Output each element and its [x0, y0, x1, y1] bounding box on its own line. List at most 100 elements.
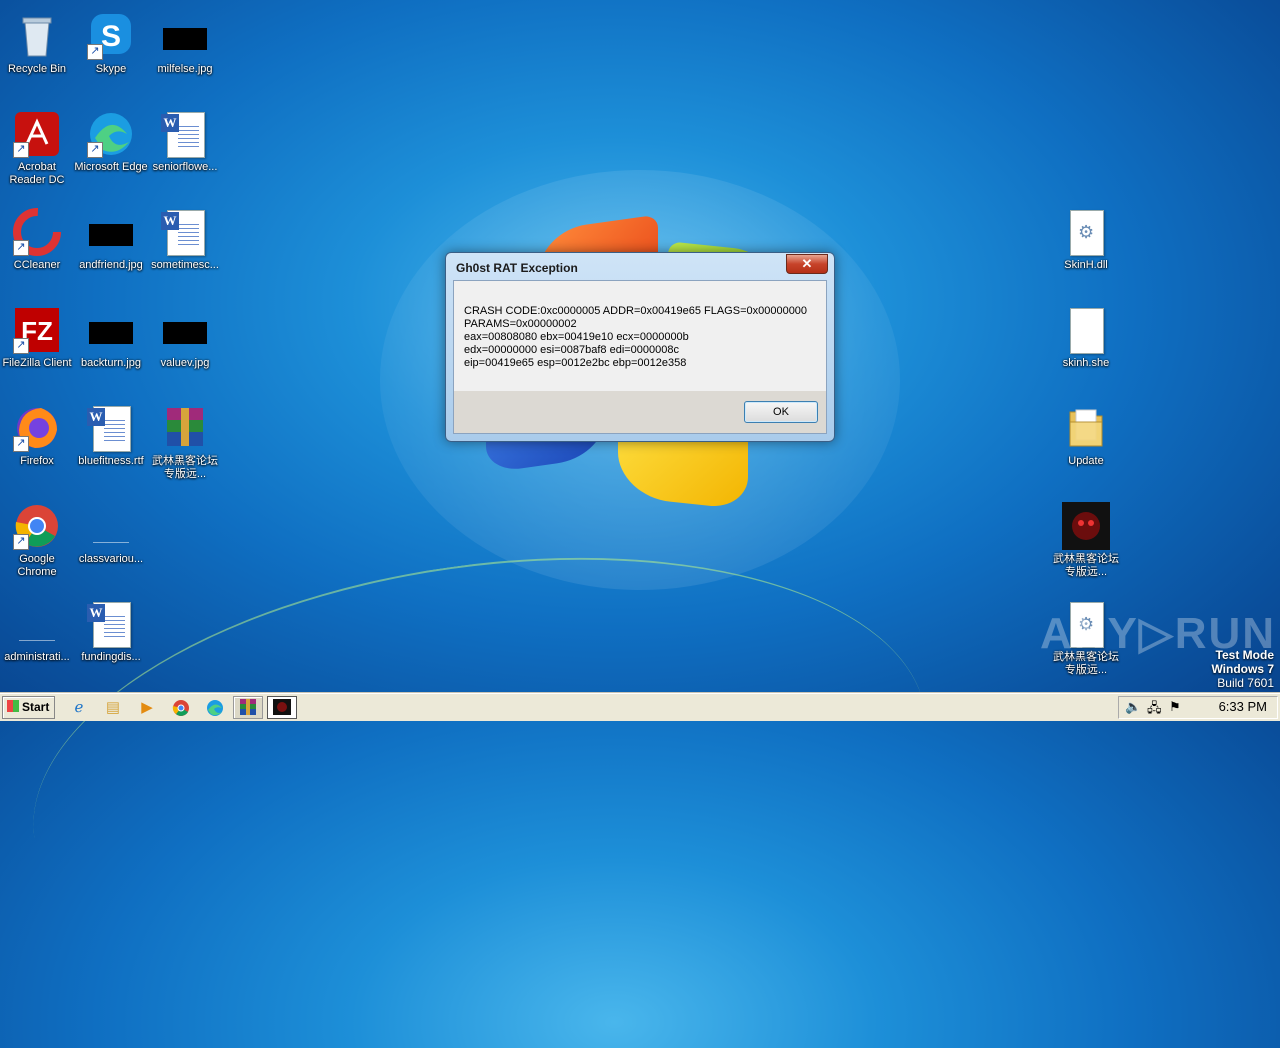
- desktop-icon-label: CCleaner: [13, 259, 61, 271]
- desktop-icon-label: Skype: [95, 63, 127, 75]
- action-center-flag-icon[interactable]: ⚑: [1169, 699, 1181, 715]
- chrome-icon[interactable]: [170, 697, 192, 719]
- dialog-footer: OK: [454, 391, 826, 433]
- desktop-icon-label: seniorflowe...: [152, 161, 218, 173]
- shortcut-arrow-icon: ↗: [87, 44, 103, 60]
- desktop-icon-label: 武林黑客论坛专版远...: [152, 455, 218, 480]
- desktop-icon-fundingdis[interactable]: W fundingdis...: [74, 594, 148, 682]
- windows-start-icon: [7, 700, 19, 712]
- shortcut-arrow-icon: ↗: [87, 142, 103, 158]
- desktop-icon-ccleaner[interactable]: ↗ CCleaner: [0, 202, 74, 290]
- desktop-icon-acrobat[interactable]: ↗ Acrobat Reader DC: [0, 104, 74, 192]
- desktop-icon-milfelse[interactable]: milfelse.jpg: [148, 6, 222, 94]
- ccleaner-icon: ↗: [13, 208, 61, 256]
- desktop-icon-filezilla[interactable]: FZ ↗ FileZilla Client: [0, 300, 74, 388]
- desktop-icon-chrome[interactable]: ↗ Google Chrome: [0, 496, 74, 584]
- desktop-icon-label: milfelse.jpg: [157, 63, 213, 75]
- desktop-icon-edge[interactable]: ↗ Microsoft Edge: [74, 104, 148, 192]
- desktop-icon-label: fundingdis...: [81, 651, 141, 663]
- desktop-icon-bluefitness[interactable]: W bluefitness.rtf: [74, 398, 148, 486]
- filezilla-icon: FZ ↗: [13, 306, 61, 354]
- word-doc-icon: W: [87, 600, 135, 648]
- desktop-icon-sometimesc[interactable]: W sometimesc...: [148, 202, 222, 290]
- dialog-client-area: CRASH CODE:0xc0000005 ADDR=0x00419e65 FL…: [453, 280, 827, 434]
- blank-file-icon: [1062, 306, 1110, 354]
- app-exe-icon: [1062, 502, 1110, 550]
- desktop-icon-label: Google Chrome: [17, 553, 57, 578]
- shortcut-arrow-icon: ↗: [13, 338, 29, 354]
- desktop-icon-label: Update: [1068, 455, 1104, 467]
- skype-icon: S ↗: [87, 12, 135, 60]
- desktop-icon-seniorflowe[interactable]: W seniorflowe...: [148, 104, 222, 192]
- desktop-icon-administrati[interactable]: administrati...: [0, 594, 74, 682]
- desktop-icon-skinh-dll[interactable]: ⚙ SkinH.dll: [1049, 202, 1123, 290]
- desktop-icon-classvariou[interactable]: classvariou...: [74, 496, 148, 584]
- exception-dialog: Gh0st RAT Exception ✕ CRASH CODE:0xc0000…: [445, 252, 835, 442]
- desktop-icon-recycle-bin[interactable]: Recycle Bin: [0, 6, 74, 94]
- desktop-icon-label: Firefox: [20, 455, 54, 467]
- desktop-icon-label: skinh.she: [1062, 357, 1110, 369]
- ie-icon[interactable]: ℯ: [68, 697, 90, 719]
- winrar-icon: [161, 404, 209, 452]
- taskbar: Start ℯ ▤ ▶ 🔈 🖧 ⚑ 6:33 PM: [0, 693, 1280, 721]
- acrobat-icon: ↗: [13, 110, 61, 158]
- desktop-icon-label: Microsoft Edge: [74, 161, 148, 173]
- desktop-icon-wulin-archive[interactable]: 武林黑客论坛专版远...: [148, 398, 222, 486]
- desktop-icon-label: 武林黑客论坛专版远...: [1053, 553, 1119, 578]
- shortcut-arrow-icon: ↗: [13, 240, 29, 256]
- shortcut-arrow-icon: ↗: [13, 142, 29, 158]
- background-streak: [5, 504, 955, 1048]
- ok-button[interactable]: OK: [744, 401, 818, 423]
- desktop-icon-wulin-exe[interactable]: 武林黑客论坛专版远...: [1049, 496, 1123, 584]
- test-mode-line: Test Mode: [1215, 648, 1274, 662]
- clock[interactable]: 6:33 PM: [1219, 699, 1267, 714]
- shortcut-arrow-icon: ↗: [13, 534, 29, 550]
- desktop-icon-label: backturn.jpg: [81, 357, 141, 369]
- network-icon[interactable]: 🖧: [1147, 699, 1162, 721]
- build-line: Build 7601: [1217, 676, 1274, 690]
- word-doc-icon: W: [87, 404, 135, 452]
- image-file-icon: [161, 12, 209, 60]
- test-mode-label: Test Mode Windows 7 Build 7601: [1211, 648, 1274, 690]
- desktop-icon-skype[interactable]: S ↗ Skype: [74, 6, 148, 94]
- desktop-icon-label: classvariou...: [78, 553, 144, 565]
- image-file-icon: [87, 208, 135, 256]
- explorer-icon[interactable]: ▤: [102, 697, 124, 719]
- desktop-icon-label: valuev.jpg: [160, 357, 210, 369]
- blank-file-icon: [87, 502, 135, 550]
- dll-file-icon: ⚙: [1062, 208, 1110, 256]
- desktop-icon-label: SkinH.dll: [1064, 259, 1108, 271]
- close-icon: ✕: [801, 256, 813, 271]
- close-button[interactable]: ✕: [786, 254, 828, 274]
- desktop-icon-label: Recycle Bin: [7, 63, 67, 75]
- firefox-icon: ↗: [13, 404, 61, 452]
- desktop-icon-label: Acrobat Reader DC: [9, 161, 65, 186]
- edge-icon[interactable]: [204, 697, 226, 719]
- word-doc-icon: W: [161, 208, 209, 256]
- desktop-icon-backturn[interactable]: backturn.jpg: [74, 300, 148, 388]
- desktop-icon-valuev[interactable]: valuev.jpg: [148, 300, 222, 388]
- image-file-icon: [161, 306, 209, 354]
- winrar-task[interactable]: [233, 696, 263, 719]
- desktop-icon-skinh-she[interactable]: skinh.she: [1049, 300, 1123, 388]
- recycle-bin-icon: [13, 12, 61, 60]
- windows-version-line: Windows 7: [1211, 662, 1274, 676]
- crash-message: CRASH CODE:0xc0000005 ADDR=0x00419e65 FL…: [464, 305, 808, 369]
- chrome-icon: ↗: [13, 502, 61, 550]
- edge-icon: ↗: [87, 110, 135, 158]
- image-file-icon: [87, 306, 135, 354]
- start-button[interactable]: Start: [2, 696, 55, 719]
- dialog-title: Gh0st RAT Exception: [456, 261, 578, 275]
- desktop-icon-andfriend[interactable]: andfriend.jpg: [74, 202, 148, 290]
- volume-icon[interactable]: 🔈: [1125, 699, 1141, 715]
- desktop-icon-firefox[interactable]: ↗ Firefox: [0, 398, 74, 486]
- media-player-icon[interactable]: ▶: [136, 697, 158, 719]
- desktop-icon-update-folder[interactable]: Update: [1049, 398, 1123, 486]
- ghost-rat-task[interactable]: [267, 696, 297, 719]
- system-tray: 🔈 🖧 ⚑ 6:33 PM: [1118, 696, 1278, 719]
- folder-icon: [1062, 404, 1110, 452]
- start-label: Start: [22, 700, 50, 714]
- desktop-icon-label: FileZilla Client: [2, 357, 72, 369]
- desktop-icon-label: bluefitness.rtf: [78, 455, 144, 467]
- desktop-icon-label: andfriend.jpg: [79, 259, 143, 271]
